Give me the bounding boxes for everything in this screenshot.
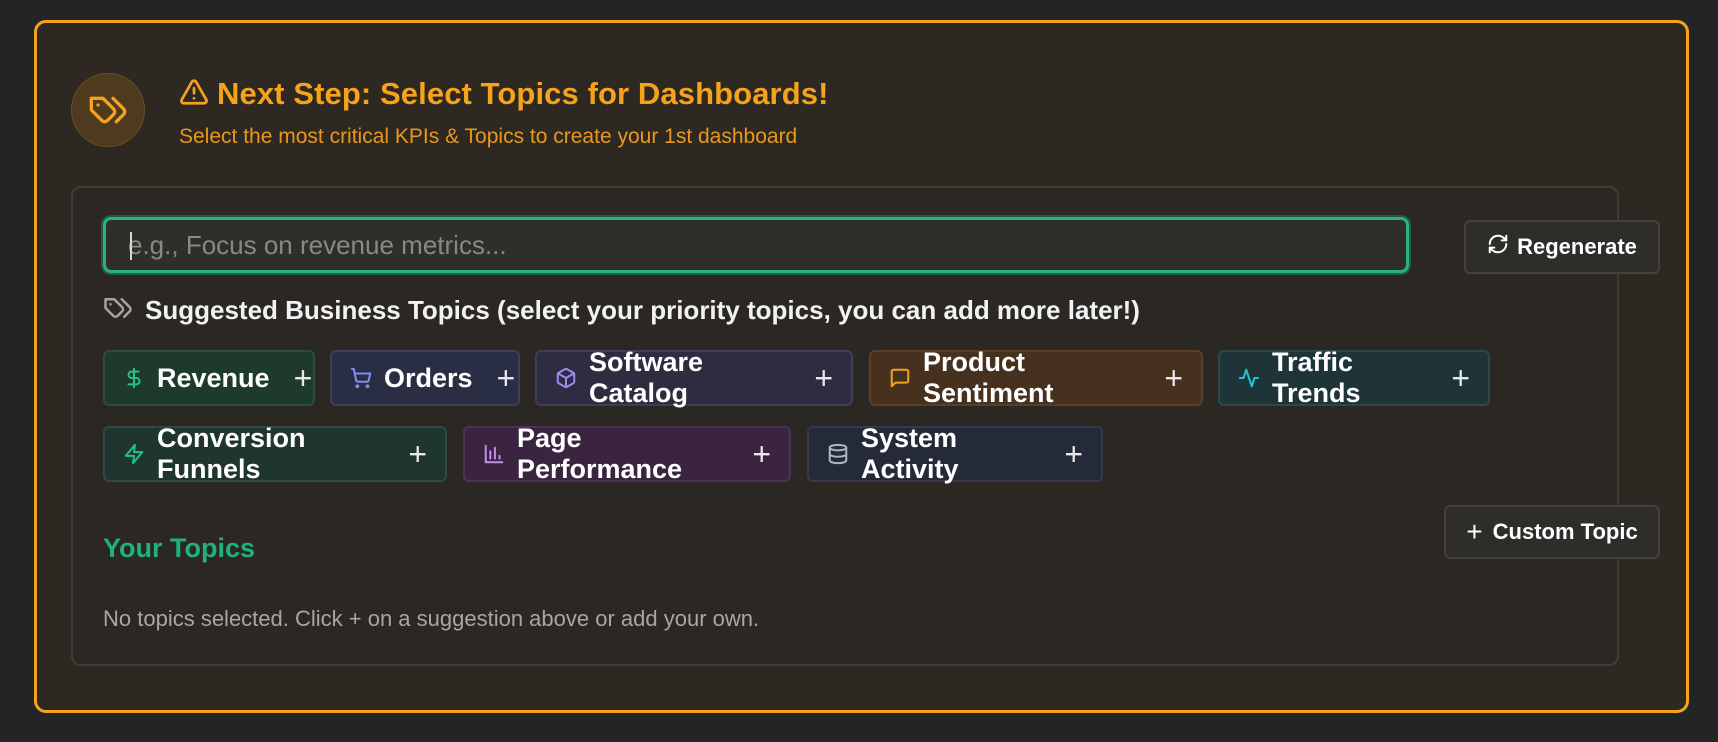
plus-icon[interactable]: +: [814, 362, 833, 394]
tag-icon: [103, 293, 133, 328]
topic-chip-label: Product Sentiment: [923, 347, 1054, 408]
focus-prompt-input[interactable]: [103, 217, 1409, 273]
topic-chip-label: Conversion Funnels: [157, 423, 306, 484]
custom-topic-button[interactable]: + Custom Topic: [1444, 505, 1660, 559]
suggested-topics-heading: Suggested Business Topics (select your p…: [103, 293, 1140, 328]
plus-icon[interactable]: +: [1451, 362, 1470, 394]
regenerate-label: Regenerate: [1517, 234, 1637, 259]
plus-icon[interactable]: +: [1064, 438, 1083, 470]
plus-icon[interactable]: +: [294, 362, 313, 394]
zap-icon: [123, 443, 145, 465]
empty-topics-message: No topics selected. Click + on a suggest…: [103, 606, 760, 631]
custom-topic-label: Custom Topic: [1492, 519, 1638, 544]
plus-icon: +: [1466, 516, 1483, 547]
plus-icon[interactable]: +: [408, 438, 427, 470]
refresh-icon: [1487, 233, 1509, 261]
topic-selection-card: Next Step: Select Topics for Dashboards!…: [34, 20, 1689, 713]
plus-icon[interactable]: +: [752, 438, 771, 470]
topic-chip-revenue[interactable]: Revenue +: [103, 350, 315, 406]
activity-icon: [1238, 367, 1260, 389]
topic-chip-label: System Activity: [861, 423, 959, 484]
topic-chip-label: Software Catalog: [589, 347, 704, 408]
dollar-icon: [123, 367, 145, 389]
cart-icon: [350, 367, 372, 389]
banner-title-row: Next Step: Select Topics for Dashboards!: [179, 76, 829, 112]
topics-panel: Regenerate Suggested Business Topics (se…: [71, 186, 1660, 666]
plus-icon[interactable]: +: [497, 362, 516, 394]
topic-chip-label: Traffic Trends: [1272, 347, 1361, 408]
topic-chip-traffic-trends[interactable]: Traffic Trends +: [1218, 347, 1490, 408]
text-caret: [130, 232, 132, 260]
package-icon: [555, 367, 577, 389]
banner-subtitle: Select the most critical KPIs & Topics t…: [179, 125, 798, 148]
suggested-topics-label: Suggested Business Topics (select your p…: [145, 295, 1140, 325]
topic-chip-label: Page Performance: [517, 423, 683, 484]
your-topics-heading: Your Topics: [103, 533, 256, 563]
warning-icon: [179, 77, 209, 112]
topic-chip-product-sentiment[interactable]: Product Sentiment +: [869, 347, 1203, 408]
topic-chip-label: Orders: [384, 362, 473, 393]
topic-chip-system-activity[interactable]: System Activity +: [807, 423, 1103, 484]
topic-chip-conversion-funnels[interactable]: Conversion Funnels +: [103, 423, 447, 484]
message-square-icon: [889, 367, 911, 389]
topic-chip-software-catalog[interactable]: Software Catalog +: [535, 347, 853, 408]
topic-chip-orders[interactable]: Orders +: [330, 350, 520, 406]
regenerate-button[interactable]: Regenerate: [1464, 220, 1660, 274]
database-icon: [827, 443, 849, 465]
topic-chip-page-performance[interactable]: Page Performance +: [463, 423, 791, 484]
bar-chart-icon: [483, 443, 505, 465]
banner-title: Next Step: Select Topics for Dashboards!: [217, 76, 829, 111]
tags-icon: [71, 73, 145, 147]
plus-icon[interactable]: +: [1164, 362, 1183, 394]
topic-chip-label: Revenue: [157, 362, 270, 393]
